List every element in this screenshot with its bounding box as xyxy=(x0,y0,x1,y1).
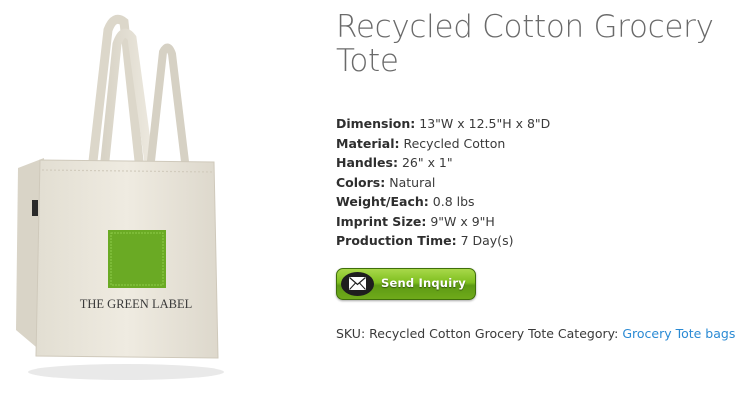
sku-value: Recycled Cotton Grocery Tote xyxy=(369,326,554,341)
spec-label: Handles: xyxy=(336,155,398,170)
product-meta: SKU: Recycled Cotton Grocery Tote Catego… xyxy=(336,326,735,341)
spec-label: Material: xyxy=(336,135,400,151)
product-image[interactable]: THE GREEN LABEL xyxy=(0,0,240,404)
spec-dimension: Dimension: 13"W x 12.5"H x 8"D xyxy=(336,114,550,134)
spec-value: 7 Day(s) xyxy=(460,233,514,248)
spec-value: 0.8 lbs xyxy=(432,194,475,209)
spec-value: 26" x 1" xyxy=(401,155,453,170)
spec-label: Dimension: xyxy=(336,116,416,131)
category-label: Category: xyxy=(557,326,619,341)
spec-colors: Colors: Natural xyxy=(336,173,550,193)
spec-label: Production Time: xyxy=(336,233,457,248)
spec-handles: Handles: 26" x 1" xyxy=(336,153,550,173)
envelope-icon xyxy=(341,272,374,296)
spec-imprint-size: Imprint Size: 9"W x 9"H xyxy=(336,212,550,232)
spec-label: Imprint Size: xyxy=(336,213,427,229)
tote-bag-image: THE GREEN LABEL xyxy=(16,14,224,380)
spec-material: Material: Recycled Cotton xyxy=(336,134,550,154)
spec-value: 9"W x 9"H xyxy=(430,213,495,229)
spec-value: Natural xyxy=(389,174,436,190)
spec-value: Recycled Cotton xyxy=(403,135,506,151)
spec-production-time: Production Time: 7 Day(s) xyxy=(336,231,550,251)
spec-value: 13"W x 12.5"H x 8"D xyxy=(419,116,551,131)
send-inquiry-label: Send Inquiry xyxy=(381,276,466,290)
category-link[interactable]: Grocery Tote bags xyxy=(622,326,735,341)
bag-print-text: THE GREEN LABEL xyxy=(80,297,192,311)
sku-label: SKU: xyxy=(336,326,366,341)
product-specs: Dimension: 13"W x 12.5"H x 8"D Material:… xyxy=(336,114,550,251)
send-inquiry-button[interactable]: Send Inquiry xyxy=(336,268,476,300)
product-title: Recycled Cotton Grocery Tote xyxy=(336,9,714,79)
spec-label: Weight/Each: xyxy=(336,194,429,209)
spec-weight: Weight/Each: 0.8 lbs xyxy=(336,192,550,212)
spec-label: Colors: xyxy=(336,174,386,190)
